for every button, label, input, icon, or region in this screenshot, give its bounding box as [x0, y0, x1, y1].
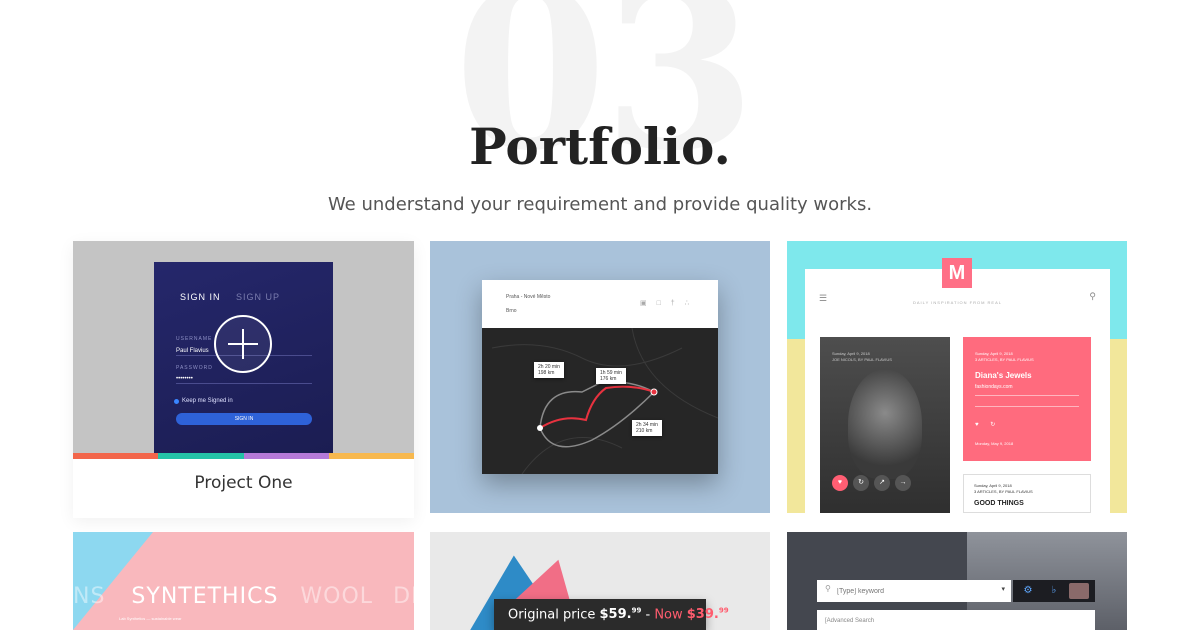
- map-mockup: Praha - Nové Město Brno ▣ □ † ∴ 2h 20 mi…: [482, 280, 719, 475]
- now-price: $39.99: [686, 607, 729, 623]
- white-title: GOOD THINGS: [974, 500, 1024, 507]
- route-label-2: 1h 59 min 176 km: [596, 368, 626, 384]
- heart-icon: ♥: [975, 422, 979, 428]
- mockup-tab-signup: SIGN UP: [236, 292, 281, 302]
- white-meta: Sunday, April 9, 2018 3 ARTICLES, BY PAUL…: [974, 483, 1033, 494]
- project-thumbnail[interactable]: SIGN IN SIGN UP USERNAME Paul Flavius PA…: [73, 241, 414, 453]
- mockup-search-input: [837, 584, 987, 598]
- now-label: Now: [654, 607, 683, 623]
- advanced-search: [Advanced Search: [817, 610, 1095, 630]
- price-banner: Original price $59.99 - Now $39.99: [494, 599, 729, 630]
- brand-name: NS: [73, 584, 106, 609]
- walk-icon: †: [670, 300, 675, 307]
- map-area: 2h 20 min 198 km 1h 59 min 176 km 2h 34 mi…: [482, 327, 719, 475]
- portfolio-card-map[interactable]: Praha - Nové Město Brno ▣ □ † ∴ 2h 20 mi…: [430, 241, 770, 513]
- search-icon: ⚲: [825, 584, 831, 593]
- brand-name: WOOL: [300, 584, 374, 609]
- mockup-tab-signin: SIGN IN: [180, 292, 221, 302]
- chevron-down-icon: ▾: [1001, 586, 1005, 593]
- portrait-photo: [848, 369, 922, 479]
- strip-segment: [73, 453, 159, 459]
- magazine-logo: M: [942, 258, 972, 288]
- gear-icon: ⚙: [1023, 585, 1033, 596]
- mockup-search-bar: ⚲ ▾: [817, 580, 1011, 602]
- bike-icon: ∴: [684, 300, 690, 307]
- refresh-icon: ↻: [853, 475, 869, 491]
- strip-segment: [158, 453, 244, 459]
- pink-icons: ♥ ↻: [975, 421, 1005, 428]
- map-border-line: [491, 327, 719, 475]
- route-end: [650, 388, 658, 396]
- mockup-remember: Keep me Signed in: [174, 398, 233, 404]
- mockup-password-label: PASSWORD: [176, 365, 213, 371]
- price-label: Original price: [508, 607, 596, 623]
- mockup-username-label: USERNAME: [176, 336, 213, 342]
- pink-meta: Sunday, April 9, 2018 3 ARTICLES, BY PAUL…: [975, 351, 1034, 362]
- photo-article-card: Sunday, April 9, 2018 JOE NICOLS, BY PAUL…: [820, 337, 950, 513]
- avatar: [1069, 583, 1089, 599]
- section-title: Portfolio.: [469, 117, 731, 176]
- mockup-tabs: SIGN IN SIGN UP: [180, 292, 292, 302]
- brand-subtext: Lab Synthetics — sustainable wear: [119, 616, 182, 621]
- car-icon: ▣: [640, 300, 647, 307]
- color-strip: [73, 453, 414, 459]
- featured-article-card: Sunday, April 9, 2018 3 ARTICLES, BY PAUL…: [963, 337, 1091, 461]
- route-label-1: 2h 20 min 198 km: [534, 362, 564, 378]
- map-to: Brno: [506, 308, 517, 314]
- map-from: Praha - Nové Město: [506, 294, 551, 300]
- route-label-3: 2h 34 min 210 km: [632, 420, 662, 436]
- strip-segment: [328, 453, 414, 459]
- original-price: $59.99: [599, 607, 642, 623]
- mockup-signin-button: SIGN IN: [176, 413, 312, 425]
- route-map: [491, 327, 719, 475]
- arrow-right-icon: →: [895, 475, 911, 491]
- magazine-mockup: ☰ M DAILY INSPIRATION FROM REAL ⚲ Sunday…: [805, 258, 1110, 513]
- brand-name: DEL: [393, 584, 414, 609]
- section-subtitle: We understand your requirement and provi…: [327, 194, 873, 215]
- pink-footer: Monday, May 9, 2018: [975, 441, 1014, 446]
- share-icon: ↗: [874, 475, 890, 491]
- mockup-password-line: [176, 374, 312, 384]
- bell-icon: ♭: [1051, 585, 1057, 596]
- plus-icon[interactable]: [214, 315, 272, 373]
- pink-title: Diana's Jewels fashiondays.com: [975, 371, 1032, 390]
- portfolio-card-brands[interactable]: NS SYNTETHICS WOOL DEL Lab Synthetics — …: [73, 532, 414, 630]
- portfolio-card-pricing[interactable]: Original price $59.99 - Now $39.99: [430, 532, 770, 630]
- brand-name-main: SYNTETHICS: [131, 584, 279, 609]
- article-card: Sunday, April 9, 2018 3 ARTICLES, BY PAUL…: [963, 474, 1091, 513]
- strip-segment: [243, 453, 329, 459]
- price-text: Original price $59.99 - Now $39.99: [508, 607, 729, 622]
- mockup-toolbar: ⚙ ♭: [1013, 580, 1095, 602]
- portfolio-card-project-one[interactable]: SIGN IN SIGN UP USERNAME Paul Flavius PA…: [73, 241, 414, 518]
- route-start: [537, 425, 543, 431]
- price-separator: -: [645, 607, 651, 623]
- portfolio-card-search[interactable]: ⚲ ▾ ⚙ ♭ [Advanced Search: [787, 532, 1127, 630]
- bus-icon: □: [656, 300, 661, 307]
- map-header: Praha - Nové Město Brno ▣ □ † ∴: [482, 280, 718, 328]
- portfolio-card-magazine[interactable]: ☰ M DAILY INSPIRATION FROM REAL ⚲ Sunday…: [787, 241, 1127, 513]
- brand-row: NS SYNTETHICS WOOL DEL: [73, 584, 414, 609]
- project-title[interactable]: Project One: [73, 471, 414, 495]
- search-icon: ⚲: [1089, 291, 1096, 301]
- magazine-tagline: DAILY INSPIRATION FROM REAL: [912, 300, 1002, 305]
- photo-actions: ♥ ↻ ↗ →: [832, 475, 911, 491]
- heart-icon: ♥: [832, 475, 848, 491]
- photo-meta: Sunday, April 9, 2018 JOE NICOLS, BY PAUL…: [832, 351, 892, 362]
- refresh-icon: ↻: [990, 422, 996, 428]
- map-mode-tabs: ▣ □ † ∴: [640, 299, 697, 307]
- pink-body: [975, 395, 1079, 407]
